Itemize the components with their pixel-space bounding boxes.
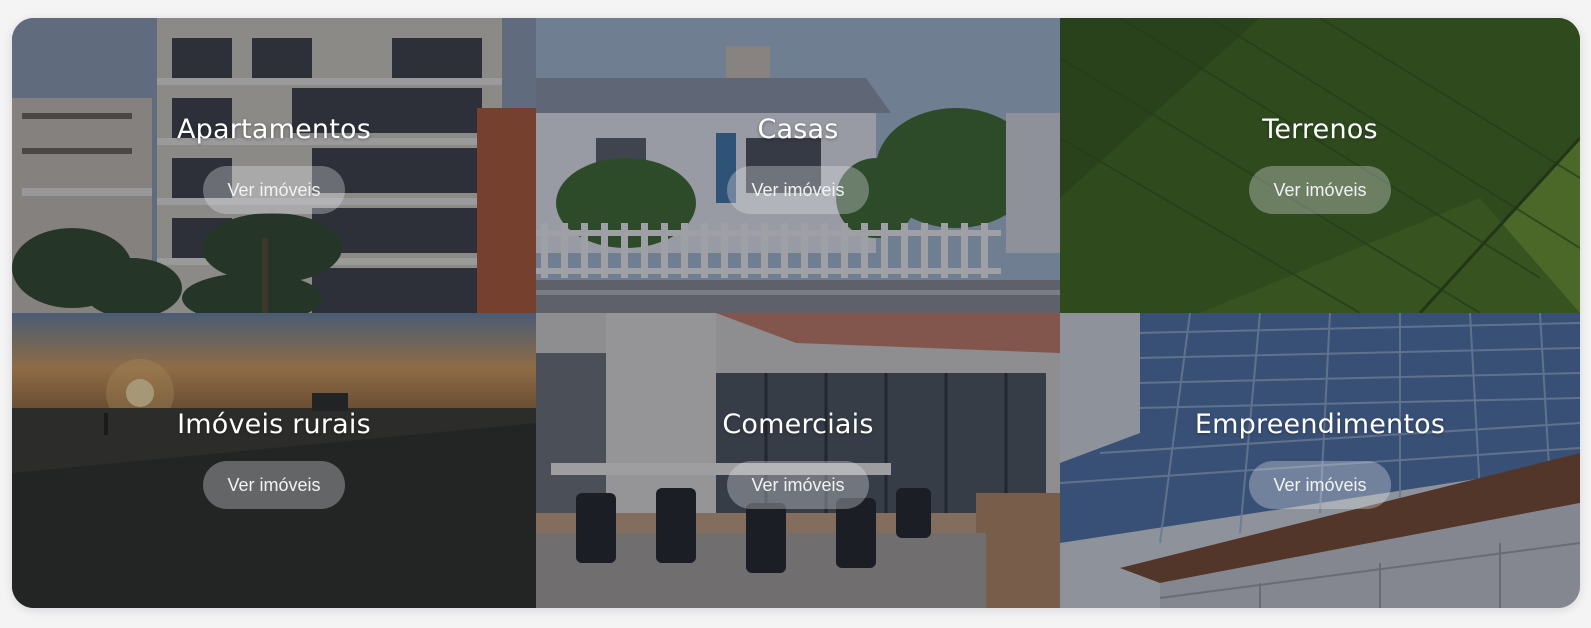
category-title: Apartamentos <box>177 114 371 145</box>
category-tile-comerciais[interactable]: Comerciais Ver imóveis <box>536 313 1060 608</box>
category-title: Empreendimentos <box>1194 409 1446 440</box>
category-tile-terrenos[interactable]: Terrenos Ver imóveis <box>1060 18 1580 313</box>
ver-imoveis-button[interactable]: Ver imóveis <box>1249 166 1391 214</box>
ver-imoveis-button[interactable]: Ver imóveis <box>1249 461 1391 509</box>
category-title: Imóveis rurais <box>177 409 371 440</box>
category-tile-imoveis-rurais[interactable]: Imóveis rurais Ver imóveis <box>12 313 536 608</box>
category-tile-casas[interactable]: Casas Ver imóveis <box>536 18 1060 313</box>
category-tile-apartamentos[interactable]: Apartamentos Ver imóveis <box>12 18 536 313</box>
ver-imoveis-button[interactable]: Ver imóveis <box>203 166 345 214</box>
category-title: Terrenos <box>1262 114 1378 145</box>
ver-imoveis-button[interactable]: Ver imóveis <box>727 166 869 214</box>
category-title: Casas <box>757 114 839 145</box>
category-title: Comerciais <box>722 409 874 440</box>
ver-imoveis-button[interactable]: Ver imóveis <box>203 461 345 509</box>
category-tile-empreendimentos[interactable]: Empreendimentos Ver imóveis <box>1060 313 1580 608</box>
ver-imoveis-button[interactable]: Ver imóveis <box>727 461 869 509</box>
category-grid: Apartamentos Ver imóveis Casas Ver imóve… <box>12 18 1580 608</box>
